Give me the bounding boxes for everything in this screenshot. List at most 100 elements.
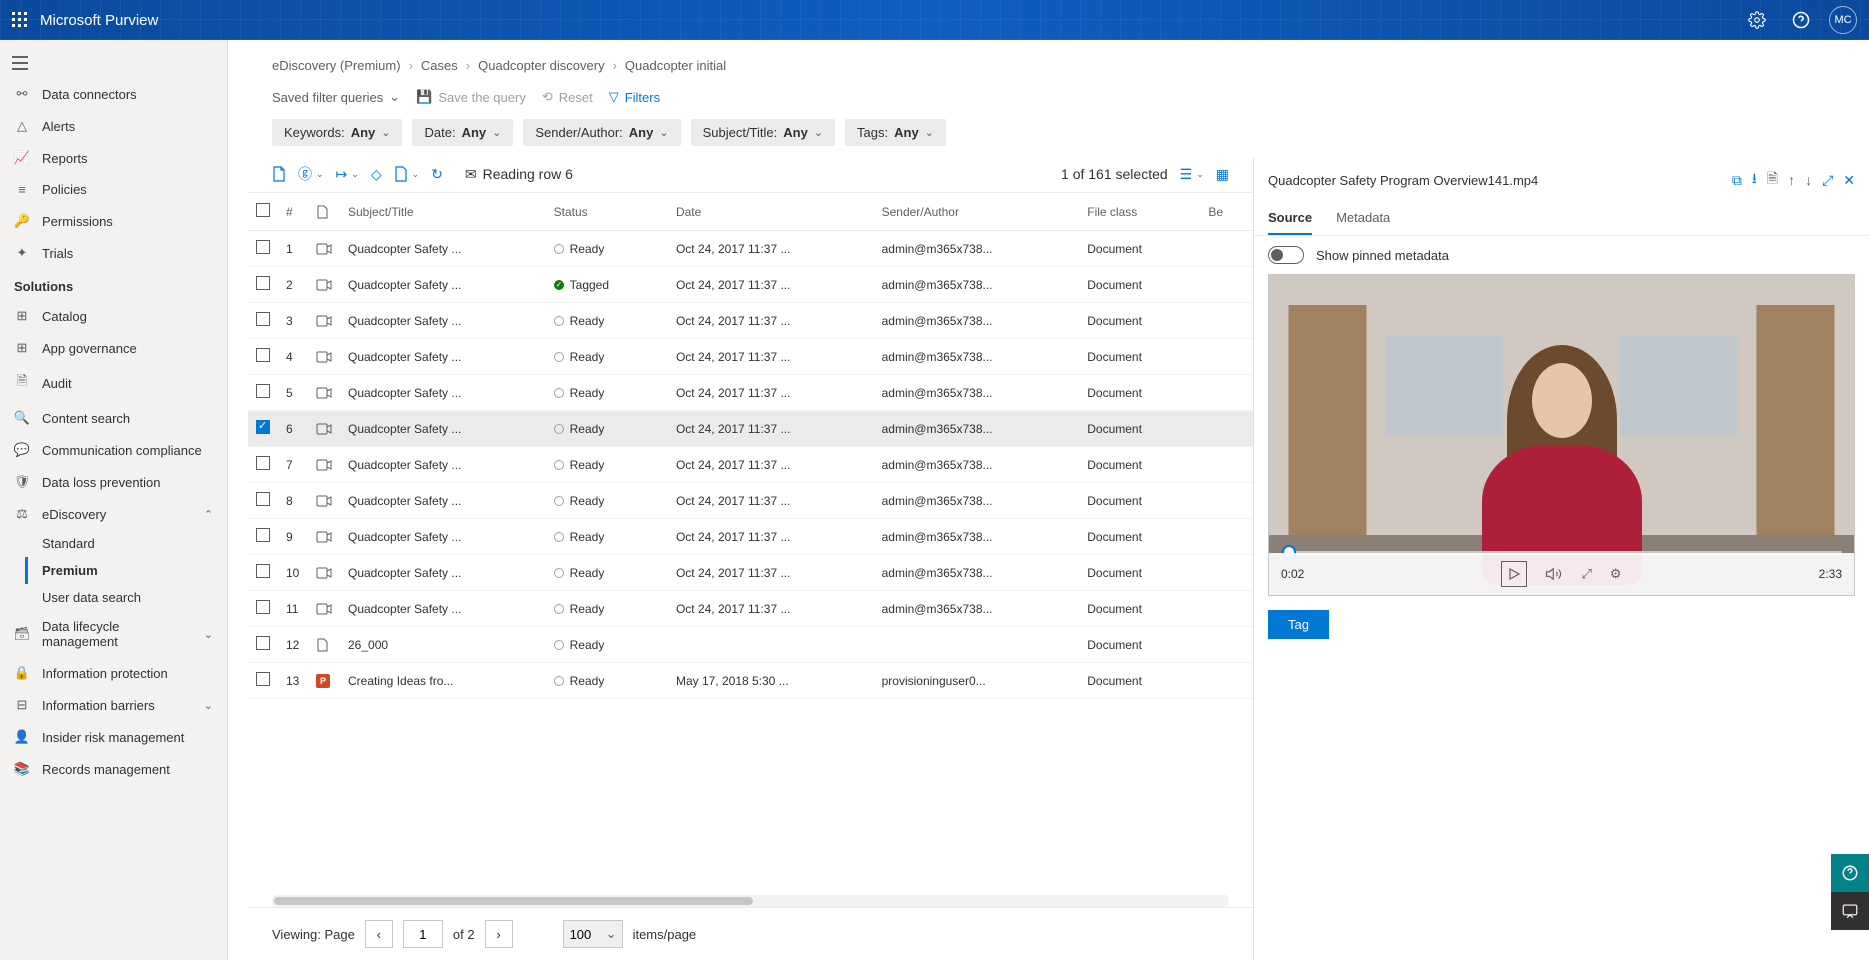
breadcrumb-item[interactable]: Quadcopter discovery xyxy=(478,58,604,73)
filter-pill-keywords[interactable]: Keywords: Any ⌄ xyxy=(272,119,402,146)
nav-item-trials[interactable]: ✦ Trials xyxy=(0,237,227,269)
help-icon[interactable] xyxy=(1785,4,1817,36)
filter-pill-senderauthor[interactable]: Sender/Author: Any ⌄ xyxy=(523,119,680,146)
nav-subitem-standard[interactable]: Standard xyxy=(28,530,227,557)
nav-item-information-protection[interactable]: 🔒 Information protection xyxy=(0,657,227,689)
per-page-select[interactable]: 100 xyxy=(563,920,623,948)
up-arrow-icon[interactable]: ↑ xyxy=(1788,172,1795,188)
nav-item-permissions[interactable]: 🔑 Permissions xyxy=(0,205,227,237)
video-frame[interactable]: 0:02 ⤢ ⚙ 2:33 xyxy=(1269,275,1854,595)
row-checkbox[interactable] xyxy=(256,420,270,434)
row-checkbox[interactable] xyxy=(256,348,270,362)
volume-icon[interactable] xyxy=(1545,565,1563,583)
tool-tag-icon[interactable]: ◇ xyxy=(371,166,382,183)
filter-pill-subjecttitle[interactable]: Subject/Title: Any ⌄ xyxy=(691,119,835,146)
table-row[interactable]: 11 Quadcopter Safety ... Ready Oct 24, 2… xyxy=(248,591,1253,627)
nav-item-content-search[interactable]: 🔍 Content search xyxy=(0,402,227,434)
hamburger-icon[interactable] xyxy=(0,48,227,78)
row-checkbox[interactable] xyxy=(256,384,270,398)
table-row[interactable]: 10 Quadcopter Safety ... Ready Oct 24, 2… xyxy=(248,555,1253,591)
nav-item-data-lifecycle-management[interactable]: 🗃 Data lifecycle management ⌄ xyxy=(0,611,227,657)
horizontal-scrollbar[interactable] xyxy=(272,895,1229,907)
nav-item-reports[interactable]: 📈 Reports xyxy=(0,142,227,174)
table-row[interactable]: 9 Quadcopter Safety ... Ready Oct 24, 20… xyxy=(248,519,1253,555)
column-header[interactable] xyxy=(248,193,278,231)
feedback-fab[interactable] xyxy=(1831,892,1869,930)
waffle-icon[interactable] xyxy=(12,12,28,28)
row-checkbox[interactable] xyxy=(256,600,270,614)
column-header[interactable]: Status xyxy=(546,193,668,231)
nav-item-alerts[interactable]: △ Alerts xyxy=(0,110,227,142)
column-header[interactable]: # xyxy=(278,193,308,231)
tool-document-icon[interactable] xyxy=(272,166,286,182)
table-row[interactable]: 7 Quadcopter Safety ... Ready Oct 24, 20… xyxy=(248,447,1253,483)
table-row[interactable]: 8 Quadcopter Safety ... Ready Oct 24, 20… xyxy=(248,483,1253,519)
nav-item-insider-risk-management[interactable]: 👤 Insider risk management xyxy=(0,721,227,753)
column-header[interactable]: File class xyxy=(1079,193,1200,231)
tab-source[interactable]: Source xyxy=(1268,202,1312,235)
row-checkbox[interactable] xyxy=(256,636,270,650)
nav-item-audit[interactable]: 🗎 Audit xyxy=(0,364,227,402)
nav-item-data-connectors[interactable]: ⚯ Data connectors xyxy=(0,78,227,110)
column-header[interactable]: Subject/Title xyxy=(340,193,546,231)
row-checkbox[interactable] xyxy=(256,276,270,290)
breadcrumb-item[interactable]: eDiscovery (Premium) xyxy=(272,58,401,73)
document-icon[interactable]: 🗎 xyxy=(1767,168,1778,192)
column-header[interactable]: Sender/Author xyxy=(874,193,1080,231)
close-icon[interactable]: ✕ xyxy=(1843,172,1855,189)
row-checkbox[interactable] xyxy=(256,456,270,470)
down-arrow-icon[interactable]: ↓ xyxy=(1805,172,1812,188)
download-icon[interactable]: ⭳ xyxy=(1752,168,1757,192)
row-checkbox[interactable] xyxy=(256,240,270,254)
page-input[interactable] xyxy=(403,920,443,948)
pinned-metadata-toggle[interactable] xyxy=(1268,246,1304,264)
tool-globe-icon[interactable]: ⓖ⌄ xyxy=(298,164,324,184)
breadcrumb-item[interactable]: Cases xyxy=(421,58,458,73)
nav-item-records-management[interactable]: 📚 Records management xyxy=(0,753,227,785)
nav-subitem-premium[interactable]: Premium xyxy=(25,557,227,584)
nav-item-catalog[interactable]: ⊞ Catalog xyxy=(0,300,227,332)
table-row[interactable]: 4 Quadcopter Safety ... Ready Oct 24, 20… xyxy=(248,339,1253,375)
filters-button[interactable]: ▽ Filters xyxy=(609,89,660,105)
prev-page-button[interactable]: ‹ xyxy=(365,920,393,948)
column-header[interactable] xyxy=(308,193,340,231)
nav-item-data-loss-prevention[interactable]: 🛡 Data loss prevention xyxy=(0,466,227,498)
row-checkbox[interactable] xyxy=(256,312,270,326)
nav-item-ediscovery[interactable]: ⚖ eDiscovery ⌃ xyxy=(0,498,227,530)
nav-item-app-governance[interactable]: ⊞ App governance xyxy=(0,332,227,364)
table-row[interactable]: 3 Quadcopter Safety ... Ready Oct 24, 20… xyxy=(248,303,1253,339)
tool-arrow-icon[interactable]: ↦⌄ xyxy=(336,166,359,183)
table-row[interactable]: 2 Quadcopter Safety ... Tagged Oct 24, 2… xyxy=(248,267,1253,303)
nav-item-information-barriers[interactable]: ⊟ Information barriers ⌄ xyxy=(0,689,227,721)
table-row[interactable]: 6 Quadcopter Safety ... Ready Oct 24, 20… xyxy=(248,411,1253,447)
expand-icon[interactable]: ⤢ xyxy=(1822,172,1833,189)
tab-metadata[interactable]: Metadata xyxy=(1336,202,1390,235)
column-header[interactable]: Be xyxy=(1200,193,1253,231)
columns-icon[interactable]: ▦ xyxy=(1216,166,1229,183)
help-fab[interactable] xyxy=(1831,854,1869,892)
fullscreen-icon[interactable]: ⤢ xyxy=(1581,566,1591,582)
tool-export-icon[interactable]: ⌄ xyxy=(394,166,420,182)
table-row[interactable]: 5 Quadcopter Safety ... Ready Oct 24, 20… xyxy=(248,375,1253,411)
tag-button[interactable]: Tag xyxy=(1268,610,1329,639)
nav-item-communication-compliance[interactable]: 💬 Communication compliance xyxy=(0,434,227,466)
row-checkbox[interactable] xyxy=(256,564,270,578)
table-row[interactable]: 13 P Creating Ideas fro... Ready May 17,… xyxy=(248,663,1253,699)
user-avatar[interactable]: MC xyxy=(1829,6,1857,34)
saved-filter-queries[interactable]: Saved filter queries ⌄ xyxy=(272,89,400,105)
nav-item-policies[interactable]: ≡ Policies xyxy=(0,174,227,205)
play-button[interactable] xyxy=(1501,561,1527,587)
select-all-checkbox[interactable] xyxy=(256,203,270,217)
column-header[interactable]: Date xyxy=(668,193,874,231)
table-row[interactable]: 12 26_000 Ready Document xyxy=(248,627,1253,663)
filter-pill-date[interactable]: Date: Any ⌄ xyxy=(412,119,513,146)
filter-pill-tags[interactable]: Tags: Any ⌄ xyxy=(845,119,946,146)
popout-icon[interactable]: ⧉ xyxy=(1732,172,1742,189)
table-row[interactable]: 1 Quadcopter Safety ... Ready Oct 24, 20… xyxy=(248,231,1253,267)
video-settings-icon[interactable]: ⚙ xyxy=(1610,566,1622,582)
row-checkbox[interactable] xyxy=(256,672,270,686)
next-page-button[interactable]: › xyxy=(485,920,513,948)
list-view-icon[interactable]: ☰⌄ xyxy=(1180,166,1204,183)
row-checkbox[interactable] xyxy=(256,528,270,542)
row-checkbox[interactable] xyxy=(256,492,270,506)
